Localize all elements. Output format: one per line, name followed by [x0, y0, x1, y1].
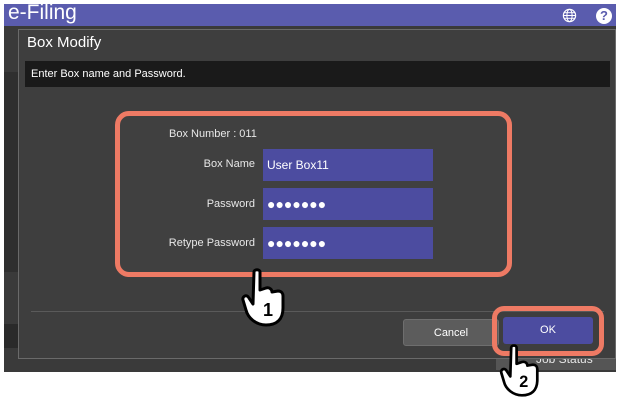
step-1-number: 1 — [263, 300, 273, 320]
hand-pointer-icon: 1 — [241, 268, 285, 327]
retype-password-value: ●●●●●●● — [267, 235, 327, 251]
box-name-label: Box Name — [203, 158, 255, 170]
step-2-number: 2 — [519, 373, 528, 391]
ok-button[interactable]: OK — [503, 317, 593, 344]
retype-password-label: Retype Password — [168, 237, 255, 249]
box-number: Box Number : 011 — [169, 128, 257, 140]
cancel-button[interactable]: Cancel — [403, 319, 499, 346]
message-text: Enter Box name and Password. — [31, 68, 186, 80]
retype-password-field[interactable]: ●●●●●●● — [263, 227, 433, 259]
box-modify-dialog: Box Modify Enter Box name and Password. … — [18, 29, 616, 359]
hand-pointer-icon: 2 — [499, 344, 539, 397]
password-label: Password — [206, 198, 255, 210]
globe-icon[interactable] — [562, 8, 577, 23]
password-field[interactable]: ●●●●●●● — [263, 188, 433, 220]
box-name-value: User Box11 — [267, 158, 329, 172]
help-icon[interactable]: ? — [596, 8, 612, 24]
app-title: e-Filing — [8, 4, 77, 24]
password-value: ●●●●●●● — [267, 196, 327, 212]
screen: e-Filing ? Job Status Box Modify Enter B… — [4, 4, 616, 372]
dialog-title: Box Modify — [27, 34, 102, 51]
box-name-field[interactable]: User Box11 — [263, 149, 433, 181]
message-bar: Enter Box name and Password. — [25, 61, 610, 87]
app-header: e-Filing ? — [4, 4, 616, 26]
